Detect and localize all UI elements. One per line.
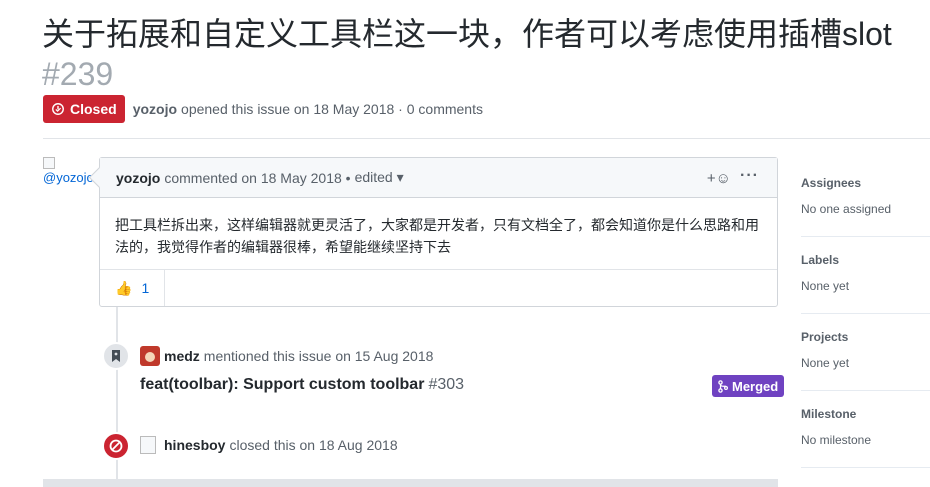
bookmark-icon [112,350,120,362]
closed-event: hinesboy closed this on 18 Aug 2018 [140,436,398,454]
merged-label: Merged [732,378,779,394]
status-badge: Closed [43,95,125,123]
broken-avatar-icon[interactable] [140,436,156,454]
thumbs-up-icon: 👍 [115,279,133,296]
sidebar-heading: Labels [801,253,840,267]
sidebar-value: No one assigned [801,202,892,216]
issue-title: 关于拓展和自定义工具栏这一块，作者可以考虑使用插槽slot #239 [42,14,922,94]
issue-author-link[interactable]: yozojo [133,101,177,117]
sidebar-assignees[interactable]: Assignees No one assigned [801,160,930,237]
issue-meta: Closed yozojo opened this issue on 18 Ma… [43,95,483,123]
comment-body: 把工具栏拆出来，这样编辑器就更灵活了，大家都是开发者，只有文档全了，都会知道你是… [100,198,777,270]
sidebar-heading: Assignees [801,176,862,190]
avatar-alt-text: @yozojo [43,170,94,185]
medz-avatar[interactable] [140,346,160,366]
issue-closed-icon [52,103,64,115]
bookmark-badge [102,342,130,370]
mention-event: medz mentioned this issue on 15 Aug 2018 [140,346,433,366]
add-reaction-button[interactable]: +☺ [707,170,731,187]
reactions-bar: 👍 1 [100,270,777,306]
referenced-pr-number: #303 [428,376,465,393]
timeline-bottom-bar [43,479,778,487]
issue-opened-text: opened this issue on 18 May 2018 · 0 com… [181,101,483,117]
edited-dropdown[interactable]: edited ▾ [355,169,404,186]
closed-badge [102,432,130,460]
sidebar-heading: Projects [801,330,849,344]
mention-text: mentioned this issue on 15 Aug 2018 [203,348,434,364]
closed-actor-link[interactable]: hinesboy [164,437,225,453]
sidebar-value: No milestone [801,433,872,447]
sidebar-heading: Milestone [801,407,857,421]
issue-number: #239 [42,56,114,92]
thumbs-up-reaction[interactable]: 👍 1 [100,270,166,306]
merge-icon [718,379,728,393]
comment-box: yozojo commented on 18 May 2018 • edited… [99,157,778,307]
sidebar-projects[interactable]: Projects None yet [801,314,930,391]
issue-title-text: 关于拓展和自定义工具栏这一块，作者可以考虑使用插槽slot [42,16,892,52]
sidebar-milestone[interactable]: Milestone No milestone [801,391,930,468]
comment-header: yozojo commented on 18 May 2018 • edited… [100,158,777,198]
comment-meta: commented on 18 May 2018 • [164,169,351,186]
mention-actor-link[interactable]: medz [164,348,200,364]
circle-slash-icon [109,439,123,453]
referenced-pr-title: feat(toolbar): Support custom toolbar [140,376,425,393]
sidebar-value: None yet [801,356,850,370]
merged-badge: Merged [712,375,785,397]
header-divider [43,138,930,139]
closed-text: closed this on 18 Aug 2018 [229,437,398,453]
broken-image-icon [43,157,55,169]
issue-sidebar: Assignees No one assigned Labels None ye… [801,160,930,468]
referenced-pr-link[interactable]: feat(toolbar): Support custom toolbar #30… [140,376,464,394]
status-label: Closed [70,101,117,117]
avatar[interactable]: @yozojo [43,157,94,185]
sidebar-value: None yet [801,279,850,293]
more-options-icon[interactable]: ··· [740,167,759,185]
comment-author-link[interactable]: yozojo [116,170,160,186]
sidebar-labels[interactable]: Labels None yet [801,237,930,314]
reaction-count: 1 [141,280,150,296]
